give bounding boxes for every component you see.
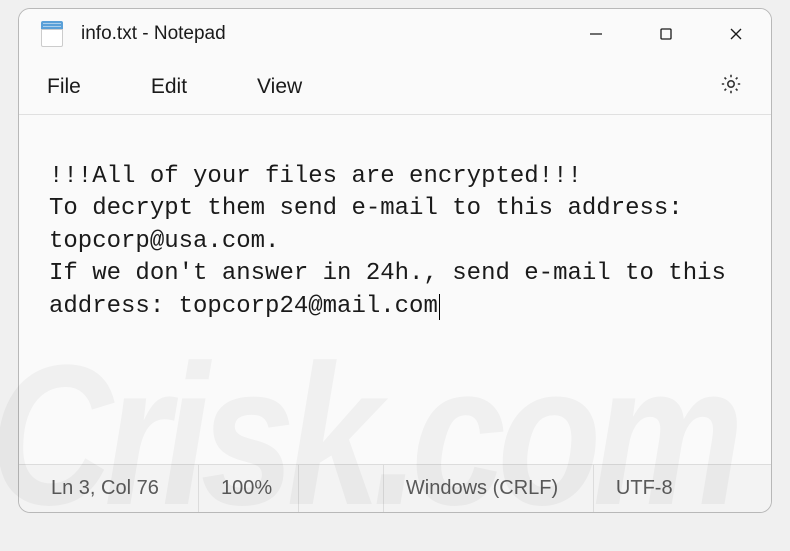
titlebar: info.txt - Notepad: [19, 9, 771, 59]
notepad-window: info.txt - Notepad File Edit View !!!All…: [18, 8, 772, 513]
text-content: !!!All of your files are encrypted!!! To…: [49, 163, 740, 320]
text-cursor: [439, 294, 440, 320]
menu-file[interactable]: File: [47, 75, 81, 99]
status-spacer: [299, 465, 384, 512]
statusbar: Ln 3, Col 76 100% Windows (CRLF) UTF-8: [19, 464, 771, 512]
window-controls: [561, 9, 771, 59]
notepad-icon: [41, 21, 63, 47]
menu-edit[interactable]: Edit: [151, 75, 187, 99]
status-zoom[interactable]: 100%: [199, 465, 299, 512]
close-button[interactable]: [701, 9, 771, 59]
menubar: File Edit View: [19, 59, 771, 115]
menu-view[interactable]: View: [257, 75, 302, 99]
gear-icon[interactable]: [719, 72, 743, 101]
window-title: info.txt - Notepad: [81, 23, 226, 45]
text-area[interactable]: !!!All of your files are encrypted!!! To…: [19, 115, 771, 464]
minimize-button[interactable]: [561, 9, 631, 59]
status-position: Ln 3, Col 76: [19, 465, 199, 512]
status-line-ending: Windows (CRLF): [384, 465, 594, 512]
maximize-button[interactable]: [631, 9, 701, 59]
status-encoding: UTF-8: [594, 465, 771, 512]
